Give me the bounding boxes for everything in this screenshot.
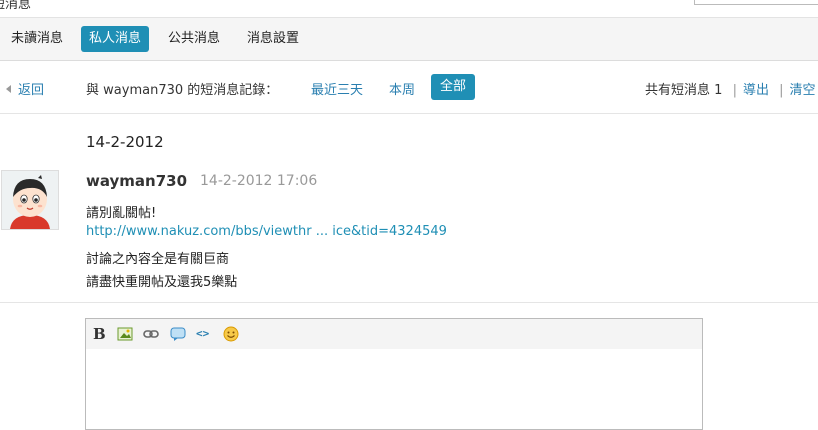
- divider: [0, 302, 818, 303]
- filter-all[interactable]: 全部: [431, 74, 476, 100]
- total-label: 共有短消息: [645, 83, 711, 98]
- back-arrow-icon: [6, 85, 11, 93]
- records-suffix: 的短消息記錄：: [187, 83, 279, 98]
- image-icon[interactable]: [117, 326, 133, 342]
- top-bar: 短消息: [0, 0, 818, 18]
- quote-icon[interactable]: [170, 326, 186, 342]
- conversation-date: 14-2-2012: [86, 133, 164, 151]
- editor-toolbar: B <>: [86, 319, 702, 349]
- separator: |: [732, 83, 737, 98]
- code-icon[interactable]: <>: [196, 327, 212, 343]
- reply-editor[interactable]: B <>: [85, 318, 703, 430]
- separator: |: [779, 83, 784, 98]
- tab-settings[interactable]: 消息設置: [239, 26, 307, 52]
- message-author[interactable]: wayman730: [86, 172, 187, 190]
- tab-public[interactable]: 公共消息: [160, 26, 228, 52]
- message-line: 討論之內容全是有關巨商: [86, 252, 230, 267]
- records-heading: 與 wayman730 的短消息記錄：: [86, 79, 278, 98]
- message-tabs: 未讀消息 私人消息 公共消息 消息設置: [0, 18, 818, 61]
- link-icon[interactable]: [143, 326, 159, 342]
- message-link[interactable]: http://www.nakuz.com/bbs/viewthr ... ice…: [86, 224, 447, 239]
- page-title: 短消息: [0, 0, 32, 12]
- search-input[interactable]: [694, 0, 818, 5]
- message-line: 請盡快重開帖及還我5樂點: [86, 275, 238, 290]
- tab-private[interactable]: 私人消息: [81, 26, 150, 52]
- total-count: 1: [714, 83, 723, 98]
- clear-link[interactable]: 清空: [790, 83, 816, 98]
- avatar[interactable]: [1, 170, 59, 230]
- records-prefix: 與: [86, 83, 100, 98]
- bold-icon[interactable]: B: [93, 325, 109, 343]
- smiley-icon[interactable]: [223, 326, 239, 342]
- avatar-icon: [2, 171, 58, 229]
- records-username: wayman730: [103, 83, 184, 98]
- message-count-bar: 共有短消息 1 | 導出 | 清空: [645, 79, 816, 98]
- message-line: 請別亂關帖!: [86, 206, 157, 221]
- filter-bar: 返回 與 wayman730 的短消息記錄： 最近三天 本周 全部 共有短消息 …: [0, 61, 818, 114]
- message-time: 14-2-2012 17:06: [200, 173, 318, 189]
- back-link[interactable]: 返回: [6, 79, 44, 98]
- filter-this-week[interactable]: 本周: [389, 79, 415, 98]
- back-label: 返回: [18, 83, 45, 98]
- export-link[interactable]: 導出: [743, 83, 769, 98]
- tab-unread[interactable]: 未讀消息: [3, 26, 71, 52]
- filter-recent-three-days[interactable]: 最近三天: [311, 79, 363, 98]
